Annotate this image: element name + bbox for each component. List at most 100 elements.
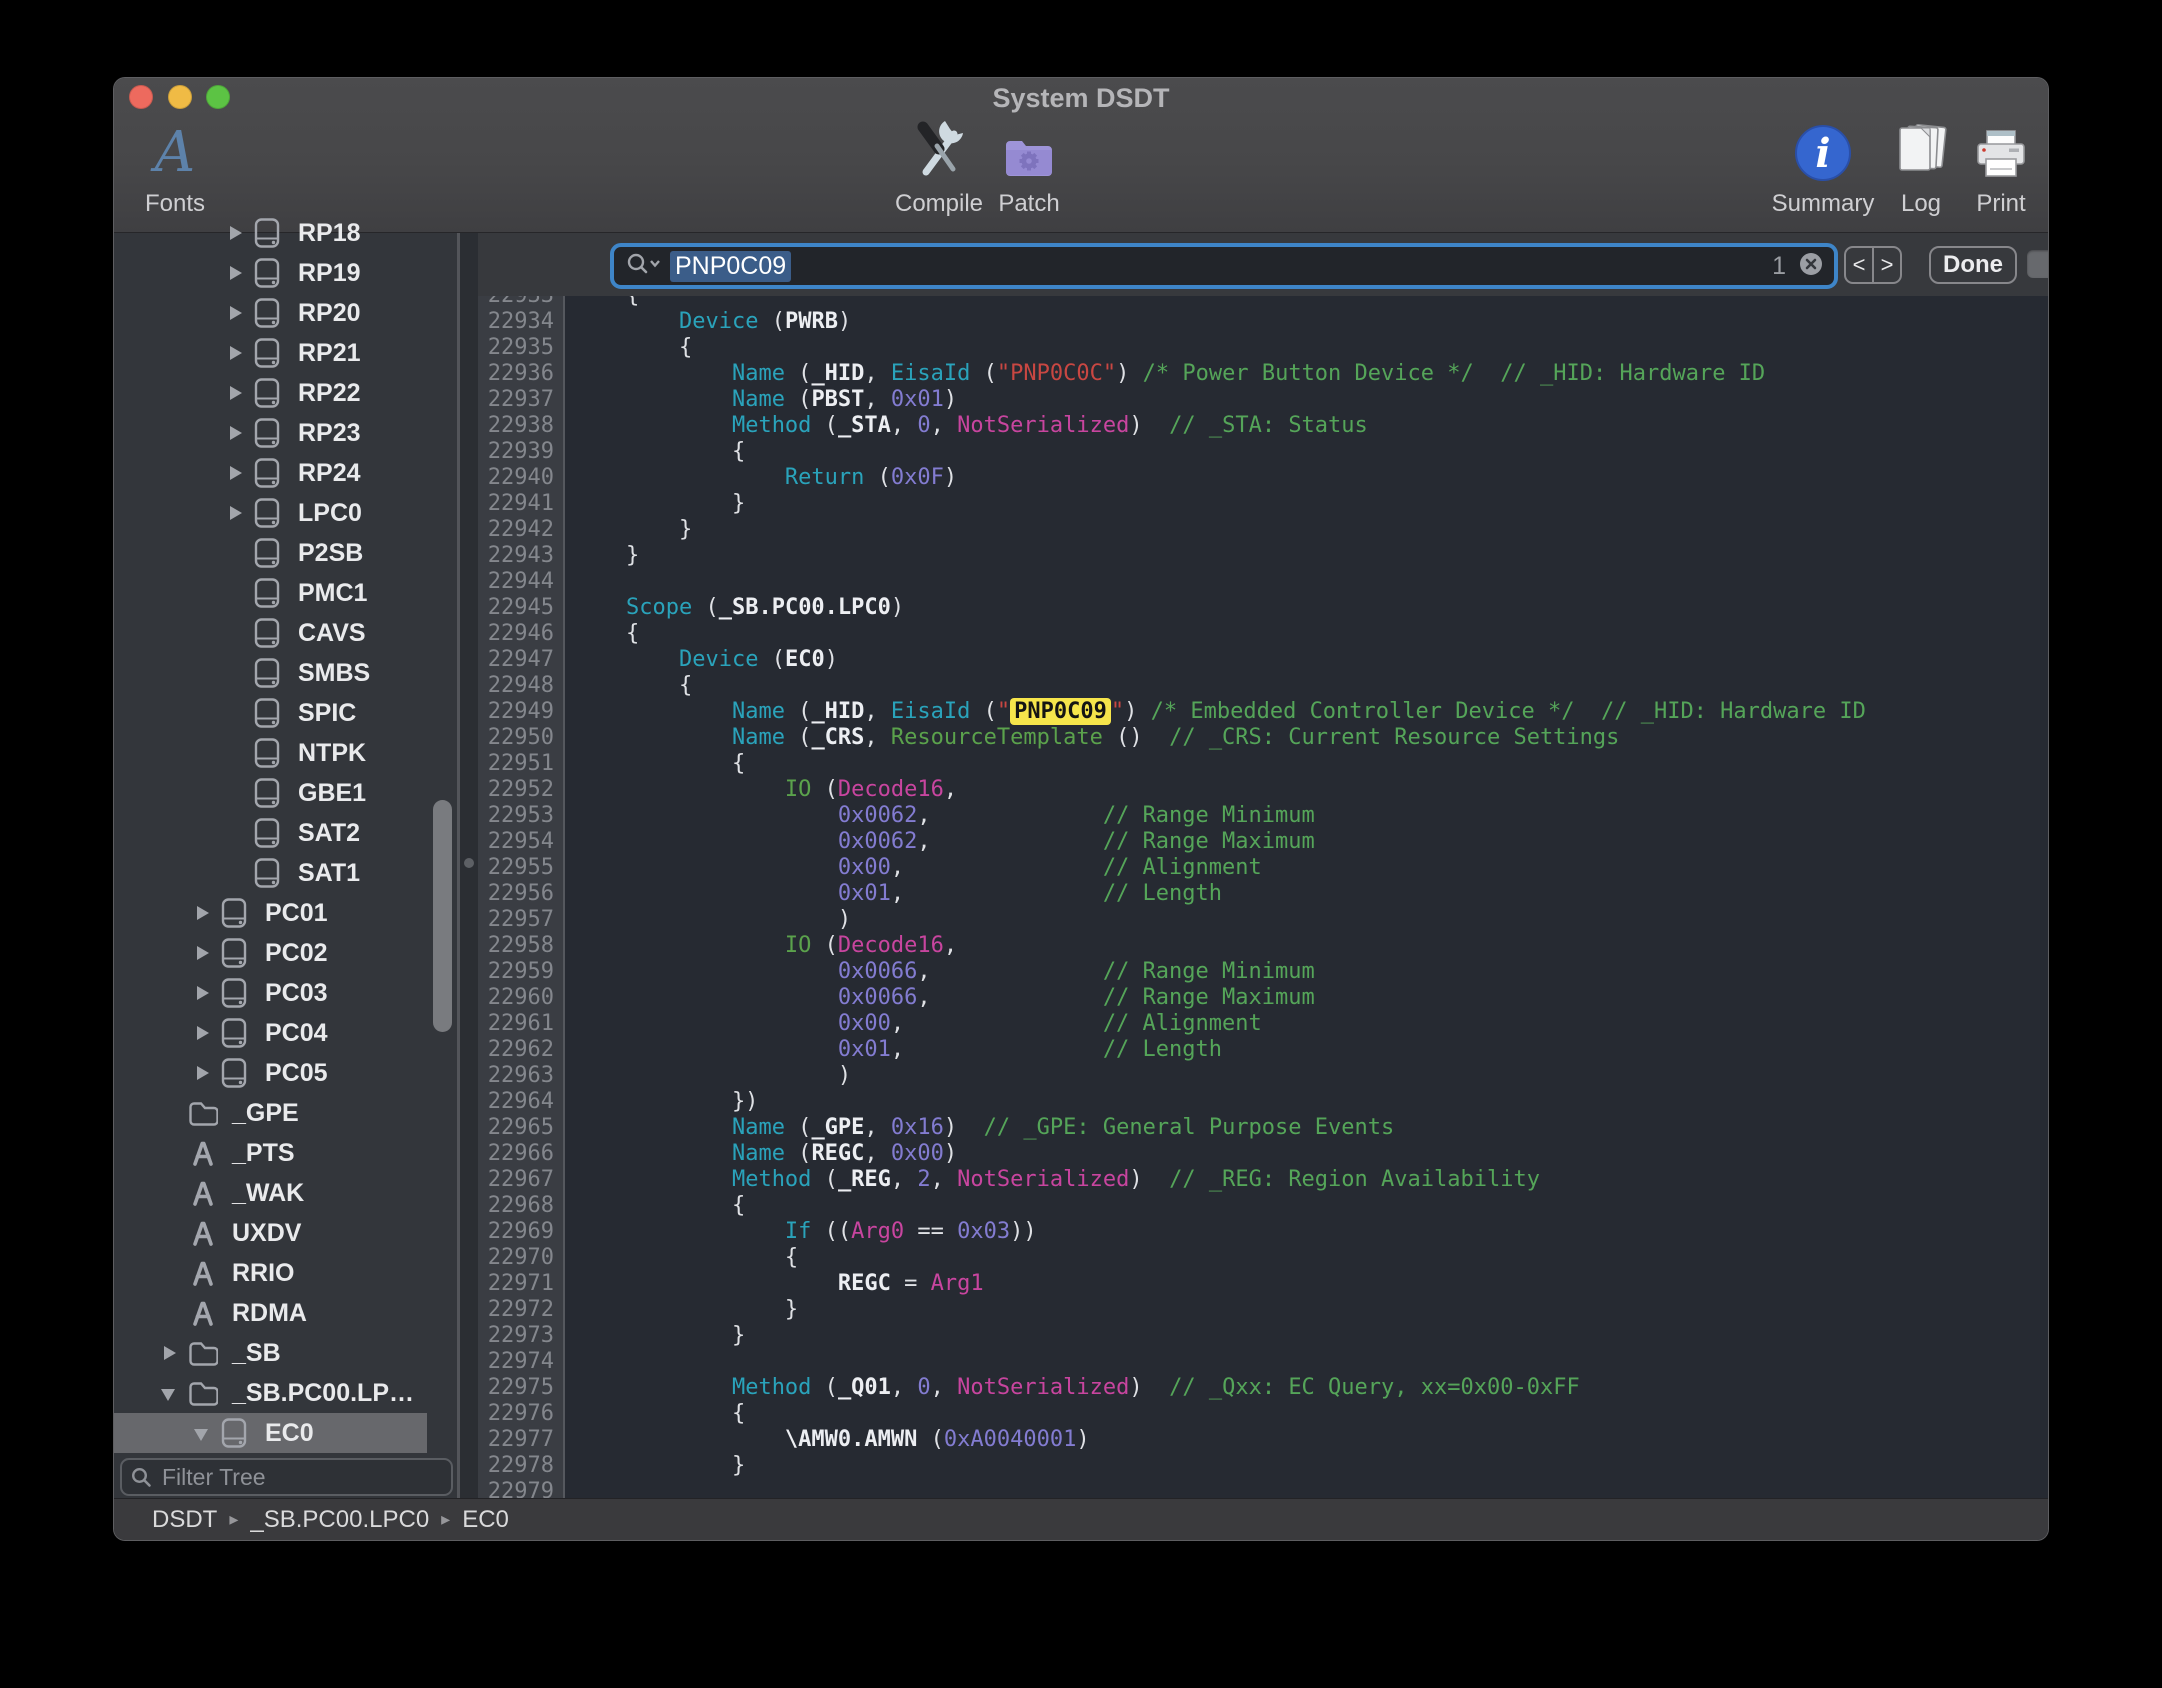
tree-item-cavs[interactable]: CAVS bbox=[114, 613, 427, 653]
code-line[interactable]: 22974 bbox=[478, 1349, 2048, 1375]
tree-item-spic[interactable]: SPIC bbox=[114, 693, 427, 733]
tree-item-gbe1[interactable]: GBE1 bbox=[114, 773, 427, 813]
disclosure-collapsed-icon[interactable] bbox=[224, 453, 254, 493]
disclosure-collapsed-icon[interactable] bbox=[224, 333, 254, 373]
code-line[interactable]: 22937 Name (PBST, 0x01) bbox=[478, 387, 2048, 413]
tree-item-rp19[interactable]: RP19 bbox=[114, 253, 427, 293]
tree-item-rp18[interactable]: RP18 bbox=[114, 213, 427, 253]
disclosure-collapsed-icon[interactable] bbox=[191, 1053, 221, 1093]
disclosure-collapsed-icon[interactable] bbox=[224, 373, 254, 413]
clear-search-icon[interactable] bbox=[1798, 251, 1824, 282]
code-editor[interactable]: 22933 {22934 Device (PWRB)22935 {22936 N… bbox=[478, 296, 2048, 1498]
code-line[interactable]: 22966 Name (REGC, 0x00) bbox=[478, 1141, 2048, 1167]
disclosure-expanded-icon[interactable] bbox=[191, 1413, 221, 1453]
tree-item-pc05[interactable]: PC05 bbox=[114, 1053, 427, 1093]
code-line[interactable]: 22942 } bbox=[478, 517, 2048, 543]
disclosure-collapsed-icon[interactable] bbox=[191, 973, 221, 1013]
disclosure-collapsed-icon[interactable] bbox=[224, 413, 254, 453]
code-line[interactable]: 22962 0x01, // Length bbox=[478, 1037, 2048, 1063]
tree-item-_wak[interactable]: _WAK bbox=[114, 1173, 427, 1213]
disclosure-collapsed-icon[interactable] bbox=[158, 1333, 188, 1373]
code-line[interactable]: 22938 Method (_STA, 0, NotSerialized) //… bbox=[478, 413, 2048, 439]
find-previous-button[interactable]: < bbox=[1846, 248, 1874, 282]
find-next-button[interactable]: > bbox=[1874, 248, 1900, 282]
code-line[interactable]: 22952 IO (Decode16, bbox=[478, 777, 2048, 803]
filter-tree-input[interactable] bbox=[120, 1458, 453, 1496]
code-line[interactable]: 22954 0x0062, // Range Maximum bbox=[478, 829, 2048, 855]
tree-item-pc02[interactable]: PC02 bbox=[114, 933, 427, 973]
code-line[interactable]: 22944 bbox=[478, 569, 2048, 595]
breadcrumb-item[interactable]: _SB.PC00.LPC0 bbox=[250, 1506, 429, 1534]
code-line[interactable]: 22967 Method (_REG, 2, NotSerialized) //… bbox=[478, 1167, 2048, 1193]
tree-item-rp24[interactable]: RP24 bbox=[114, 453, 427, 493]
code-line[interactable]: 22961 0x00, // Alignment bbox=[478, 1011, 2048, 1037]
code-line[interactable]: 22977 \AMW0.AMWN (0xA0040001) bbox=[478, 1427, 2048, 1453]
tree-item-ntpk[interactable]: NTPK bbox=[114, 733, 427, 773]
code-line[interactable]: 22943 } bbox=[478, 543, 2048, 569]
code-line[interactable]: 22970 { bbox=[478, 1245, 2048, 1271]
replace-checkbox[interactable] bbox=[2027, 250, 2048, 278]
tree-item-_sb[interactable]: _SB bbox=[114, 1333, 427, 1373]
code-line[interactable]: 22960 0x0066, // Range Maximum bbox=[478, 985, 2048, 1011]
disclosure-collapsed-icon[interactable] bbox=[191, 1013, 221, 1053]
sidebar-scrollbar[interactable] bbox=[433, 800, 452, 1032]
code-line[interactable]: 22956 0x01, // Length bbox=[478, 881, 2048, 907]
tree-item-p2sb[interactable]: P2SB bbox=[114, 533, 427, 573]
code-line[interactable]: 22940 Return (0x0F) bbox=[478, 465, 2048, 491]
breadcrumb-item[interactable]: DSDT bbox=[152, 1506, 217, 1534]
tree-item-rp23[interactable]: RP23 bbox=[114, 413, 427, 453]
disclosure-collapsed-icon[interactable] bbox=[224, 493, 254, 533]
disclosure-collapsed-icon[interactable] bbox=[224, 213, 254, 253]
code-line[interactable]: 22959 0x0066, // Range Minimum bbox=[478, 959, 2048, 985]
code-line[interactable]: 22969 If ((Arg0 == 0x03)) bbox=[478, 1219, 2048, 1245]
tree-item-ec0[interactable]: EC0 bbox=[114, 1413, 427, 1453]
print-button[interactable]: Print bbox=[1936, 118, 2048, 228]
code-line[interactable]: 22978 } bbox=[478, 1453, 2048, 1479]
breadcrumb-item[interactable]: EC0 bbox=[462, 1506, 509, 1534]
disclosure-collapsed-icon[interactable] bbox=[224, 253, 254, 293]
patch-button[interactable]: Patch bbox=[964, 118, 1094, 228]
code-line[interactable]: 22950 Name (_CRS, ResourceTemplate () //… bbox=[478, 725, 2048, 751]
code-line[interactable]: 22945 Scope (_SB.PC00.LPC0) bbox=[478, 595, 2048, 621]
code-line[interactable]: 22971 REGC = Arg1 bbox=[478, 1271, 2048, 1297]
code-line[interactable]: 22935 { bbox=[478, 335, 2048, 361]
tree-item-_sbpc00lp[interactable]: _SB.PC00.LP… bbox=[114, 1373, 427, 1413]
tree-item-_gpe[interactable]: _GPE bbox=[114, 1093, 427, 1133]
code-line[interactable]: 22972 } bbox=[478, 1297, 2048, 1323]
code-line[interactable]: 22949 Name (_HID, EisaId ("PNP0C09") /* … bbox=[478, 699, 2048, 725]
disclosure-collapsed-icon[interactable] bbox=[224, 293, 254, 333]
disclosure-expanded-icon[interactable] bbox=[158, 1373, 188, 1413]
tree-item-_pts[interactable]: _PTS bbox=[114, 1133, 427, 1173]
tree-item-pc01[interactable]: PC01 bbox=[114, 893, 427, 933]
code-line[interactable]: 22979 bbox=[478, 1479, 2048, 1498]
code-line[interactable]: 22965 Name (_GPE, 0x16) // _GPE: General… bbox=[478, 1115, 2048, 1141]
tree-item-uxdv[interactable]: UXDV bbox=[114, 1213, 427, 1253]
code-line[interactable]: 22973 } bbox=[478, 1323, 2048, 1349]
tree-item-rp21[interactable]: RP21 bbox=[114, 333, 427, 373]
code-line[interactable]: 22964 }) bbox=[478, 1089, 2048, 1115]
tree-item-pc03[interactable]: PC03 bbox=[114, 973, 427, 1013]
search-input[interactable]: PNP0C09 1 bbox=[610, 243, 1838, 289]
code-line[interactable]: 22953 0x0062, // Range Minimum bbox=[478, 803, 2048, 829]
tree-item-sat2[interactable]: SAT2 bbox=[114, 813, 427, 853]
code-line[interactable]: 22948 { bbox=[478, 673, 2048, 699]
tree-item-rp22[interactable]: RP22 bbox=[114, 373, 427, 413]
tree-item-rrio[interactable]: RRIO bbox=[114, 1253, 427, 1293]
fonts-button[interactable]: A Fonts bbox=[114, 118, 240, 228]
code-line[interactable]: 22963 ) bbox=[478, 1063, 2048, 1089]
code-line[interactable]: 22976 { bbox=[478, 1401, 2048, 1427]
tree-item-pc04[interactable]: PC04 bbox=[114, 1013, 427, 1053]
tree-item-rp20[interactable]: RP20 bbox=[114, 293, 427, 333]
code-line[interactable]: 22946 { bbox=[478, 621, 2048, 647]
code-line[interactable]: 22951 { bbox=[478, 751, 2048, 777]
tree-item-rdma[interactable]: RDMA bbox=[114, 1293, 427, 1333]
tree-item-lpc0[interactable]: LPC0 bbox=[114, 493, 427, 533]
code-line[interactable]: 22947 Device (EC0) bbox=[478, 647, 2048, 673]
tree-item-pmc1[interactable]: PMC1 bbox=[114, 573, 427, 613]
code-line[interactable]: 22968 { bbox=[478, 1193, 2048, 1219]
code-line[interactable]: 22939 { bbox=[478, 439, 2048, 465]
tree-item-smbs[interactable]: SMBS bbox=[114, 653, 427, 693]
code-line[interactable]: 22936 Name (_HID, EisaId ("PNP0C0C") /* … bbox=[478, 361, 2048, 387]
done-button[interactable]: Done bbox=[1929, 246, 2017, 284]
code-line[interactable]: 22934 Device (PWRB) bbox=[478, 309, 2048, 335]
